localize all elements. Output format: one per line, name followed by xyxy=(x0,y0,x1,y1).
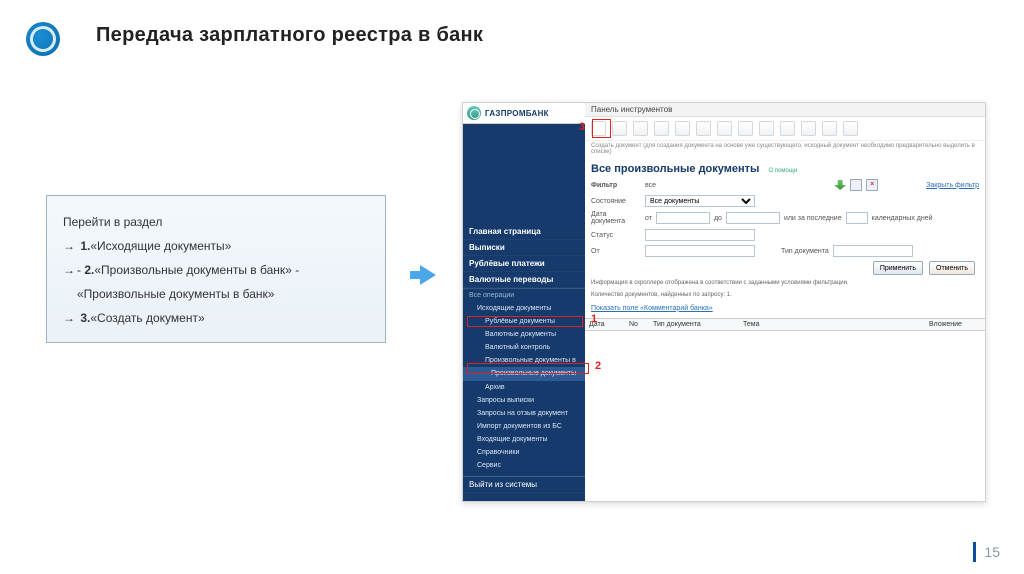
col-subject: Тема xyxy=(739,319,925,330)
callout-number-3: 3 xyxy=(579,121,585,133)
col-attach: Вложение xyxy=(925,319,985,330)
app-screenshot: ГАЗПРОМБАНК Главная страница Выписки Руб… xyxy=(462,102,986,502)
toolbar-label: Панель инструментов xyxy=(585,103,985,117)
toolbar-icon[interactable] xyxy=(822,121,837,136)
sidebar-item[interactable]: Сервис xyxy=(463,459,585,472)
sidebar-item[interactable]: Импорт документов из БС xyxy=(463,420,585,433)
refresh-filter-icon[interactable] xyxy=(850,179,862,191)
date-to-input[interactable] xyxy=(726,212,780,224)
slide-logo xyxy=(26,22,60,56)
brand-name: ГАЗПРОМБАНК xyxy=(485,109,549,118)
content-panel: Панель инструментов Создать документ (дл… xyxy=(585,103,985,501)
callout-number-2: 2 xyxy=(595,360,601,372)
sidebar-item-arb-docs-bank[interactable]: Произвольные документы xyxy=(463,367,585,380)
toolbar-icon[interactable] xyxy=(612,121,627,136)
date-label: Дата документа xyxy=(591,211,641,225)
sidebar-item[interactable]: Валютный контроль xyxy=(463,341,585,354)
brand: ГАЗПРОМБАНК xyxy=(463,103,585,124)
toolbar-icon[interactable] xyxy=(801,121,816,136)
status-input[interactable] xyxy=(645,229,755,241)
sidebar-item[interactable]: Запросы выписки xyxy=(463,394,585,407)
filter-value: все xyxy=(645,182,656,189)
help-link[interactable]: О помощи xyxy=(769,168,798,174)
slide-title: Передача зарплатного реестра в банк xyxy=(96,24,483,47)
from-input[interactable] xyxy=(645,245,755,257)
apply-button[interactable]: Применить xyxy=(873,261,923,275)
toolbar-icon[interactable] xyxy=(759,121,774,136)
instructions-box: Перейти в раздел → 1.«Исходящие документ… xyxy=(46,195,386,343)
new-doc-icon[interactable] xyxy=(591,121,606,136)
pointer-arrow-icon xyxy=(420,265,436,285)
doctype-label: Тип документа xyxy=(781,248,829,255)
toolbar-icon[interactable] xyxy=(654,121,669,136)
toolbar-icon[interactable] xyxy=(633,121,648,136)
instruction-line: →- 2.«Произвольные документы в банк» - xyxy=(63,258,369,282)
section-title: Все произвольные документы О помощи xyxy=(585,157,985,177)
sidebar-item-fx[interactable]: Валютные переводы xyxy=(463,272,585,288)
clear-filter-icon[interactable]: × xyxy=(866,179,878,191)
sidebar-item[interactable]: Архив xyxy=(463,381,585,394)
status-label: Статус xyxy=(591,232,641,239)
callout-number-1: 1 xyxy=(591,313,597,325)
days-input[interactable] xyxy=(846,212,868,224)
sidebar-item-outgoing[interactable]: Исходящие документы xyxy=(463,302,585,315)
toolbar-icon[interactable] xyxy=(696,121,711,136)
toolbar-icon[interactable] xyxy=(717,121,732,136)
sidebar-logout[interactable]: Выйти из системы xyxy=(463,476,585,493)
refresh-icon[interactable] xyxy=(843,121,858,136)
filter-label: Фильтр xyxy=(591,182,641,189)
toolbar-hint: Создать документ (для создания документа… xyxy=(585,141,985,157)
show-comment-link[interactable]: Показать поле «Комментарий банка» xyxy=(591,305,713,312)
sidebar-item[interactable]: Рублёвые документы xyxy=(463,315,585,328)
info-line: Информация в скроллере отображена в соот… xyxy=(585,277,985,289)
sidebar-item-arb-docs[interactable]: Произвольные документы в xyxy=(463,354,585,367)
page-accent-bar xyxy=(973,542,976,562)
close-filter-link[interactable]: Закрыть фильтр xyxy=(926,182,979,189)
date-from-input[interactable] xyxy=(656,212,710,224)
col-type: Тип документа xyxy=(649,319,739,330)
sidebar-item[interactable]: Запросы на отзыв документ xyxy=(463,407,585,420)
table-header: Дата No Тип документа Тема Вложение xyxy=(585,318,985,331)
toolbar-icon[interactable] xyxy=(675,121,690,136)
sidebar-item-home[interactable]: Главная страница xyxy=(463,224,585,240)
instruction-line: «Произвольные документы в банк» xyxy=(63,282,369,306)
sidebar-item-statements[interactable]: Выписки xyxy=(463,240,585,256)
info-line: Количество документов, найденных по запр… xyxy=(585,289,985,301)
instruction-line: → 3.«Создать документ» xyxy=(63,306,369,330)
sidebar-item[interactable]: Входящие документы xyxy=(463,433,585,446)
col-no: No xyxy=(625,319,649,330)
sidebar-ops-header: Все операции xyxy=(463,288,585,302)
doctype-input[interactable] xyxy=(833,245,913,257)
instructions-heading: Перейти в раздел xyxy=(63,210,369,234)
sidebar-item[interactable]: Валютные документы xyxy=(463,328,585,341)
state-select[interactable]: Все документы xyxy=(645,195,755,207)
state-label: Состояние xyxy=(591,198,641,205)
sidebar-item[interactable]: Справочники xyxy=(463,446,585,459)
page-number: 15 xyxy=(984,544,1000,560)
print-icon[interactable] xyxy=(780,121,795,136)
sidebar-item-rub[interactable]: Рублёвые платежи xyxy=(463,256,585,272)
toolbar-icon[interactable] xyxy=(738,121,753,136)
brand-logo-icon xyxy=(467,106,481,120)
toolbar xyxy=(585,117,985,141)
instruction-line: → 1.«Исходящие документы» xyxy=(63,234,369,258)
cancel-button[interactable]: Отменить xyxy=(929,261,975,275)
sidebar: ГАЗПРОМБАНК Главная страница Выписки Руб… xyxy=(463,103,585,501)
from-label: От xyxy=(591,248,641,255)
download-icon[interactable] xyxy=(834,180,846,190)
